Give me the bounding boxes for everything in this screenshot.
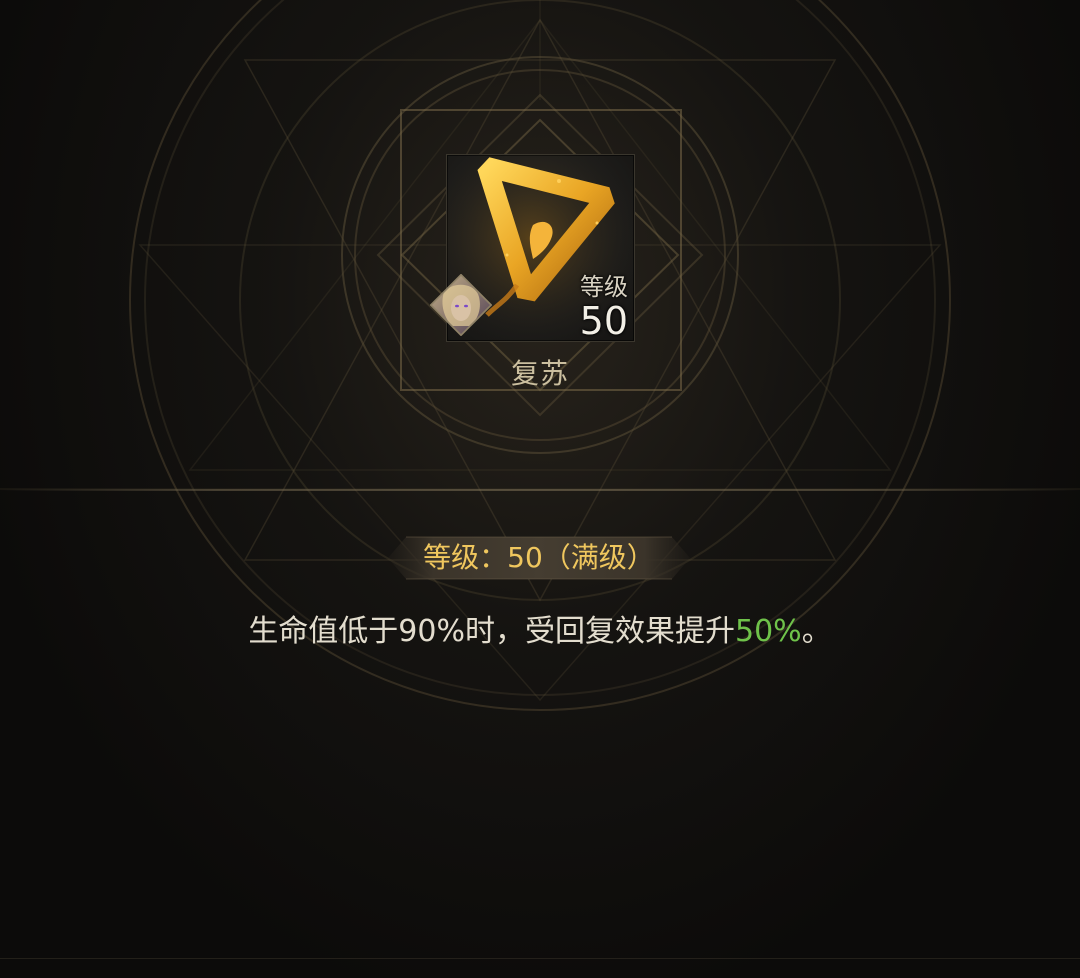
skill-description: 生命值低于90%时，受回复效果提升50%。 bbox=[0, 606, 1080, 650]
skill-level-value: 50 bbox=[579, 299, 628, 343]
description-end: 。 bbox=[801, 614, 832, 649]
description-text: 生命值低于90%时，受回复效果提升 bbox=[248, 614, 735, 649]
hero-portrait-icon[interactable] bbox=[430, 274, 492, 336]
description-highlight: 50% bbox=[735, 614, 802, 649]
section-divider bbox=[0, 489, 1080, 491]
level-banner: 等级：50（满级） bbox=[388, 533, 690, 583]
bottom-divider bbox=[0, 958, 1080, 959]
skill-level-label: 等级 bbox=[580, 273, 628, 301]
level-banner-text: 等级：50（满级） bbox=[423, 541, 655, 574]
skill-level-tag: 等级 50 bbox=[580, 273, 628, 341]
skill-detail-panel: 等级 50 复苏 等级：50（满级） 生命值低于90%时，受回复效果提升50%。 bbox=[0, 0, 1080, 978]
skill-name: 复苏 bbox=[510, 357, 569, 390]
